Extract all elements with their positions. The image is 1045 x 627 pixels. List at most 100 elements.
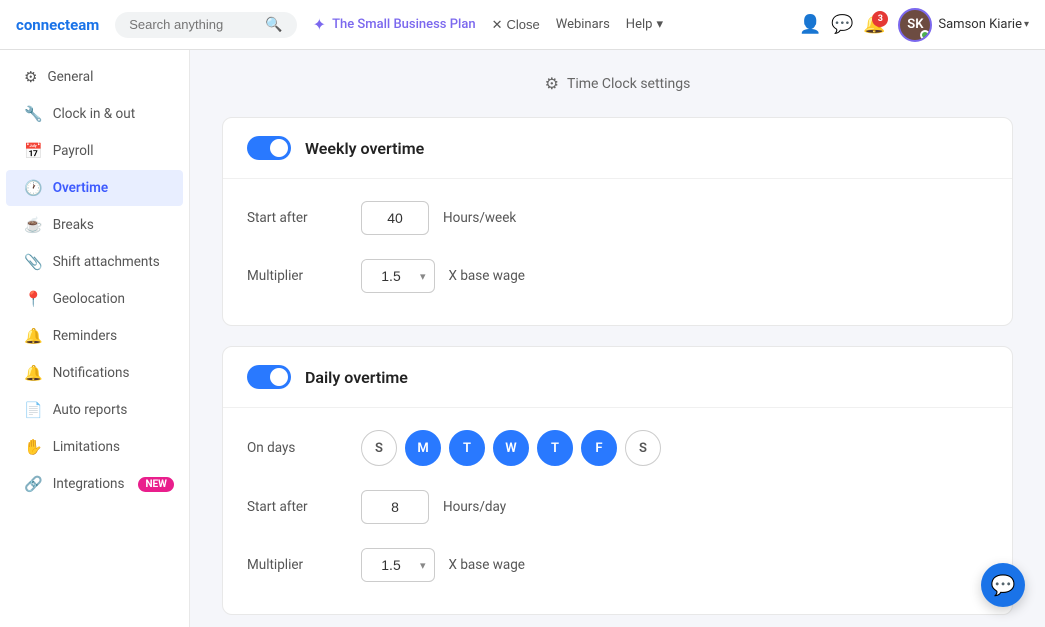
daily-multiplier-input[interactable] [362,548,420,582]
search-icon: 🔍 [265,17,282,33]
days-selector: SMTWTFS [361,430,661,466]
plan-label: The Small Business Plan [332,17,476,32]
daily-start-after-input[interactable] [361,490,429,524]
sidebar-label-clock-in-out: Clock in & out [53,106,135,122]
help-menu[interactable]: Help ▾ [626,17,663,32]
daily-multiplier-row: Multiplier ▾ X base wage [247,536,988,594]
daily-multiplier-dropdown-icon[interactable]: ▾ [420,559,434,572]
username-label[interactable]: Samson Kiarie [938,17,1022,32]
sidebar-item-auto-reports[interactable]: 📄 Auto reports [6,392,183,428]
sidebar-label-overtime: Overtime [53,180,108,196]
sidebar-label-payroll: Payroll [53,143,94,159]
weekly-multiplier-row: Multiplier ▾ X base wage [247,247,988,305]
weekly-start-after-row: Start after Hours/week [247,189,988,247]
chat-support-button[interactable]: 💬 [981,563,1025,607]
close-icon: ✕ [492,17,503,33]
help-label: Help [626,17,653,32]
plan-selector[interactable]: ✦ The Small Business Plan [313,15,476,34]
search-bar[interactable]: 🔍 [115,12,296,38]
sidebar-item-payroll[interactable]: 📅 Payroll [6,133,183,169]
chat-icon-btn[interactable]: 💬 [826,9,858,41]
daily-on-days-row: On days SMTWTFS [247,418,988,478]
daily-on-days-label: On days [247,440,347,456]
sidebar-label-reminders: Reminders [53,328,117,344]
daily-start-after-label: Start after [247,499,347,515]
plan-icon: ✦ [313,15,326,34]
weekly-multiplier-input[interactable] [362,259,420,293]
sidebar-item-overtime[interactable]: 🕐 Overtime [6,170,183,206]
help-chevron-icon: ▾ [656,17,663,32]
sidebar-icon-limitations: ✋ [24,438,43,456]
sidebar-item-clock-in-out[interactable]: 🔧 Clock in & out [6,96,183,132]
webinars-link[interactable]: Webinars [556,17,610,32]
sidebar-label-notifications: Notifications [53,365,130,381]
sidebar-icon-payroll: 📅 [24,142,43,160]
close-button[interactable]: ✕ Close [492,17,540,33]
weekly-overtime-body: Start after Hours/week Multiplier ▾ X ba… [223,179,1012,325]
person-icon-btn[interactable]: 👤 [794,9,826,41]
daily-multiplier-select-wrap[interactable]: ▾ [361,548,435,582]
chat-support-icon: 💬 [991,573,1016,597]
weekly-start-after-unit: Hours/week [443,210,516,226]
day-circle-2[interactable]: T [449,430,485,466]
daily-overtime-toggle[interactable] [247,365,291,389]
day-circle-0[interactable]: S [361,430,397,466]
day-circle-6[interactable]: S [625,430,661,466]
main-layout: ⚙ General 🔧 Clock in & out 📅 Payroll 🕐 O… [0,50,1045,627]
sidebar-label-shift-attachments: Shift attachments [53,254,160,270]
sidebar-icon-reminders: 🔔 [24,327,43,345]
online-indicator [920,30,930,40]
sidebar-item-geolocation[interactable]: 📍 Geolocation [6,281,183,317]
sidebar-label-limitations: Limitations [53,439,120,455]
sidebar-item-breaks[interactable]: ☕ Breaks [6,207,183,243]
sidebar-icon-general: ⚙ [24,68,37,86]
notification-badge: 3 [872,11,888,27]
day-circle-1[interactable]: M [405,430,441,466]
day-circle-3[interactable]: W [493,430,529,466]
app-logo: connecteam [16,16,99,34]
search-input[interactable] [129,17,259,32]
new-badge: NEW [138,477,173,492]
sidebar-icon-shift-attachments: 📎 [24,253,43,271]
day-circle-5[interactable]: F [581,430,617,466]
sidebar-icon-auto-reports: 📄 [24,401,43,419]
username-chevron-icon[interactable]: ▾ [1024,19,1029,30]
sidebar-item-shift-attachments[interactable]: 📎 Shift attachments [6,244,183,280]
daily-start-after-row: Start after Hours/day [247,478,988,536]
sidebar-label-integrations: Integrations [53,476,125,492]
page-settings-title: ⚙ Time Clock settings [222,74,1013,93]
sidebar-item-limitations[interactable]: ✋ Limitations [6,429,183,465]
daily-multiplier-label: Multiplier [247,557,347,573]
weekly-multiplier-select-wrap[interactable]: ▾ [361,259,435,293]
day-circle-4[interactable]: T [537,430,573,466]
weekly-overtime-title: Weekly overtime [305,139,424,158]
sidebar-label-geolocation: Geolocation [53,291,125,307]
weekly-overtime-toggle[interactable] [247,136,291,160]
sidebar-icon-notifications: 🔔 [24,364,43,382]
top-navigation: connecteam 🔍 ✦ The Small Business Plan ✕… [0,0,1045,50]
avatar-initials: SK [907,17,923,32]
daily-overtime-body: On days SMTWTFS Start after Hours/day Mu… [223,408,1012,614]
weekly-overtime-card: Weekly overtime Start after Hours/week M… [222,117,1013,326]
sidebar-item-notifications[interactable]: 🔔 Notifications [6,355,183,391]
sidebar-label-general: General [47,69,93,85]
main-content: ⚙ Time Clock settings Weekly overtime St… [190,50,1045,627]
sidebar-item-reminders[interactable]: 🔔 Reminders [6,318,183,354]
sidebar-label-auto-reports: Auto reports [53,402,128,418]
sidebar-icon-clock-in-out: 🔧 [24,105,43,123]
weekly-start-after-input[interactable] [361,201,429,235]
sidebar-item-integrations[interactable]: 🔗 Integrations NEW [6,466,183,502]
daily-start-after-unit: Hours/day [443,499,506,515]
daily-multiplier-unit: X base wage [449,557,525,573]
person-icon: 👤 [799,14,821,35]
avatar[interactable]: SK [898,8,932,42]
daily-overtime-card: Daily overtime On days SMTWTFS Start aft… [222,346,1013,615]
weekly-overtime-header: Weekly overtime [223,118,1012,179]
daily-overtime-header: Daily overtime [223,347,1012,408]
sidebar-icon-integrations: 🔗 [24,475,43,493]
sidebar-icon-geolocation: 📍 [24,290,43,308]
bell-icon-btn[interactable]: 🔔 3 [858,9,890,41]
sidebar-item-general[interactable]: ⚙ General [6,59,183,95]
weekly-multiplier-dropdown-icon[interactable]: ▾ [420,270,434,283]
chat-icon: 💬 [831,14,853,35]
